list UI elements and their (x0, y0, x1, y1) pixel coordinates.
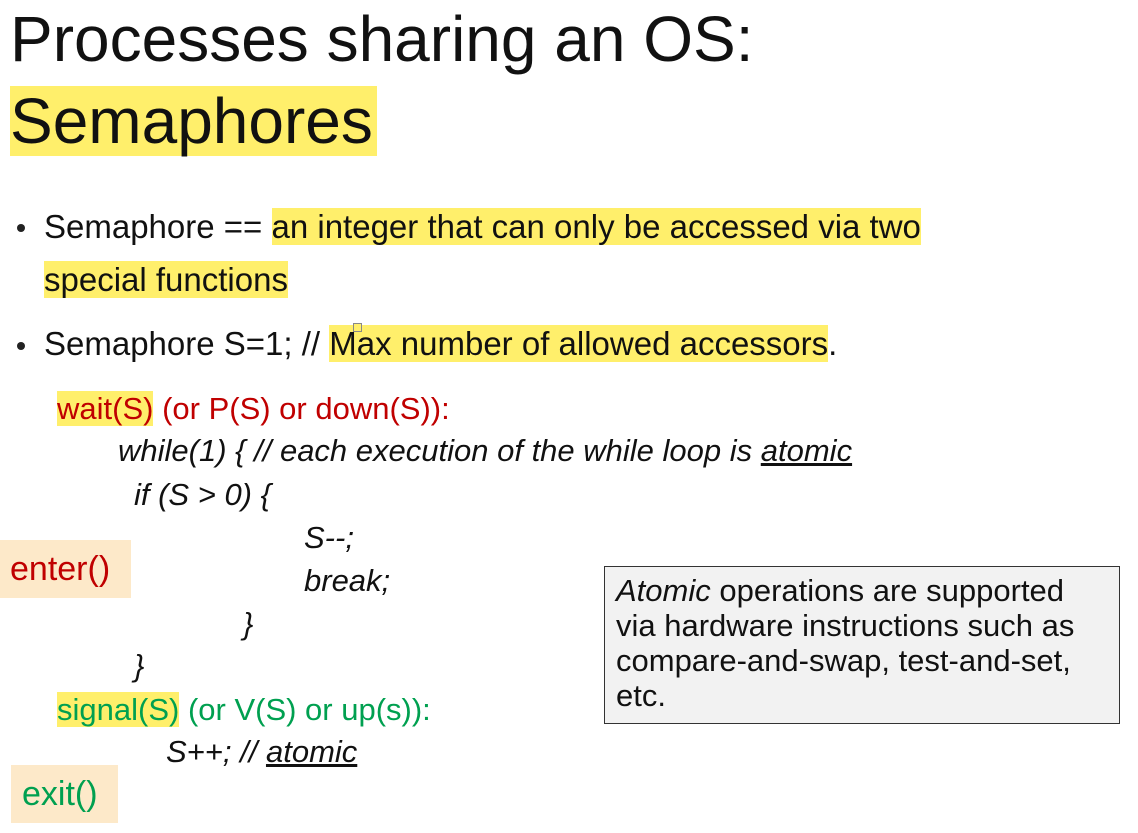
close-inner-brace: } (243, 606, 254, 641)
bullet-1-line1: Semaphore == an integer that can only be… (44, 207, 921, 247)
while-text: while(1) { // each execution of the whil… (118, 433, 761, 468)
callout-italic-word: Atomic (616, 573, 711, 608)
exit-label: exit() (11, 765, 118, 823)
bullet-1-highlight-a: an integer that can only be accessed via… (271, 208, 921, 245)
if-line: if (S > 0) { (134, 477, 271, 512)
bullet-2: Semaphore S=1; // Max number of allowed … (44, 324, 837, 364)
bullet-2-suffix: . (828, 325, 838, 362)
bullet-dot-1 (17, 224, 25, 232)
increment-line: S++; // atomic (166, 734, 357, 770)
wait-line: wait(S) (or P(S) or down(S)): (57, 390, 450, 428)
wait-function: wait(S) (57, 391, 154, 426)
wait-alternatives: (or P(S) or down(S)): (153, 391, 450, 426)
increment-atomic: atomic (265, 734, 358, 769)
atomic-callout: Atomic operations are supported via hard… (604, 566, 1120, 724)
increment-text: S++ (166, 734, 223, 769)
signal-alternatives: (or V(S) or up(s)): (179, 692, 431, 727)
enter-label: enter() (0, 540, 131, 598)
bullet-1-prefix: Semaphore == (44, 208, 272, 245)
comment-marker-icon[interactable] (353, 323, 362, 332)
decrement-line: S--; (304, 520, 354, 555)
bullet-1-highlight-b: special functions (44, 261, 288, 298)
signal-line: signal(S) (or V(S) or up(s)): (57, 691, 431, 729)
while-line: while(1) { // each execution of the whil… (118, 433, 852, 469)
slide-title-line1: Processes sharing an OS: (10, 3, 754, 75)
signal-function: signal(S) (57, 692, 180, 727)
increment-comment: ; // (222, 734, 266, 769)
bullet-2-highlight: Max number of allowed accessors (329, 325, 829, 362)
slide-title-line2: Semaphores (10, 86, 377, 156)
break-line: break; (304, 563, 391, 598)
bullet-2-prefix: Semaphore S=1; // (44, 325, 330, 362)
bullet-1-line2: special functions (44, 260, 288, 300)
bullet-dot-2 (17, 342, 25, 350)
while-atomic: atomic (760, 433, 853, 468)
close-outer-brace: } (134, 648, 145, 683)
